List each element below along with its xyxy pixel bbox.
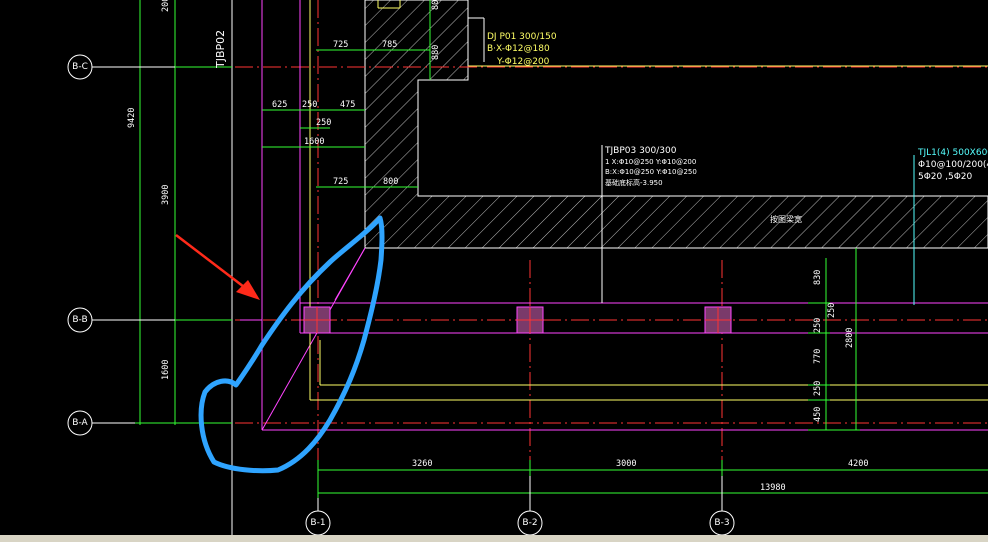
svg-text:Y-Φ12@200: Y-Φ12@200 <box>496 57 550 67</box>
svg-text:250: 250 <box>813 381 823 396</box>
svg-text:200: 200 <box>161 0 171 12</box>
tjl-annotation: TJL1(4) 500X600 Φ10@100/200(4) 5Φ20 ,5Φ2… <box>917 148 988 182</box>
cad-drawing-canvas[interactable]: B-C B-B B-A B-1 B-2 B-3 TJBP02 DJ P01 30… <box>0 0 988 542</box>
svg-text:725: 725 <box>333 177 348 187</box>
svg-text:5Φ20 ,5Φ20: 5Φ20 ,5Φ20 <box>918 172 973 182</box>
svg-text:B-3: B-3 <box>714 518 729 528</box>
blue-markup-outline <box>198 215 385 474</box>
column-b3-bb <box>704 306 732 334</box>
svg-text:9420: 9420 <box>127 108 137 128</box>
svg-text:4200: 4200 <box>848 459 868 469</box>
column-b2-bb <box>516 306 544 334</box>
svg-text:1600: 1600 <box>304 137 324 147</box>
svg-text:800: 800 <box>431 0 441 10</box>
svg-text:250: 250 <box>316 118 331 128</box>
slab-note: 按图梁宽 <box>770 214 802 224</box>
svg-text:B-1: B-1 <box>310 518 325 528</box>
red-arrow-icon <box>175 234 260 300</box>
axis-bubble-b1[interactable]: B-1 <box>305 510 331 536</box>
svg-text:2800: 2800 <box>845 328 855 348</box>
svg-text:3260: 3260 <box>412 459 432 469</box>
svg-text:TJBP03 300/300: TJBP03 300/300 <box>604 146 677 156</box>
svg-text:B:X:Φ10@250 Y:Φ10@250: B:X:Φ10@250 Y:Φ10@250 <box>605 168 697 176</box>
svg-text:1600: 1600 <box>161 360 171 380</box>
svg-text:TJL1(4) 500X600: TJL1(4) 500X600 <box>917 148 988 158</box>
svg-text:DJ P01 300/150: DJ P01 300/150 <box>487 32 557 42</box>
svg-text:770: 770 <box>813 349 823 364</box>
svg-text:800: 800 <box>383 177 398 187</box>
svg-text:450: 450 <box>813 407 823 422</box>
svg-text:B-B: B-B <box>72 315 87 325</box>
svg-text:475: 475 <box>340 100 355 110</box>
svg-text:785: 785 <box>382 40 397 50</box>
svg-text:250: 250 <box>302 100 317 110</box>
axis-bubble-ba[interactable]: B-A <box>67 410 93 436</box>
svg-text:B·X-Φ12@180: B·X-Φ12@180 <box>487 44 550 54</box>
svg-text:3900: 3900 <box>161 185 171 205</box>
axis-bubble-bc[interactable]: B-C <box>67 54 93 80</box>
axis-bubble-b3[interactable]: B-3 <box>709 510 735 536</box>
tjbp02-label: TJBP02 <box>214 30 227 69</box>
svg-text:Φ10@100/200(4): Φ10@100/200(4) <box>918 160 988 170</box>
svg-text:B-A: B-A <box>72 418 88 428</box>
axis-bubble-b2[interactable]: B-2 <box>517 510 543 536</box>
column-b1-bb <box>303 306 331 334</box>
dj-annotation: DJ P01 300/150 B·X-Φ12@180 Y-Φ12@200 <box>487 32 557 67</box>
svg-text:B-C: B-C <box>72 62 88 72</box>
svg-text:725: 725 <box>333 40 348 50</box>
svg-text:3000: 3000 <box>616 459 636 469</box>
axis-bubble-bb[interactable]: B-B <box>67 307 93 333</box>
svg-text:250: 250 <box>827 303 837 318</box>
svg-text:250: 250 <box>813 318 823 333</box>
svg-text:880: 880 <box>431 45 441 60</box>
grid-axis-lines <box>95 0 988 510</box>
svg-text:1 X:Φ10@250 Y:Φ10@200: 1 X:Φ10@250 Y:Φ10@200 <box>605 158 696 166</box>
hatched-foundation <box>364 0 988 249</box>
svg-text:13980: 13980 <box>760 483 786 493</box>
svg-text:B-2: B-2 <box>522 518 537 528</box>
svg-text:625: 625 <box>272 100 287 110</box>
tjbp03-annotation: TJBP03 300/300 1 X:Φ10@250 Y:Φ10@200 B:X… <box>604 146 697 187</box>
window-bottom-strip <box>0 535 988 542</box>
svg-text:基础底标高-3.950: 基础底标高-3.950 <box>605 178 663 187</box>
svg-text:830: 830 <box>813 270 823 285</box>
